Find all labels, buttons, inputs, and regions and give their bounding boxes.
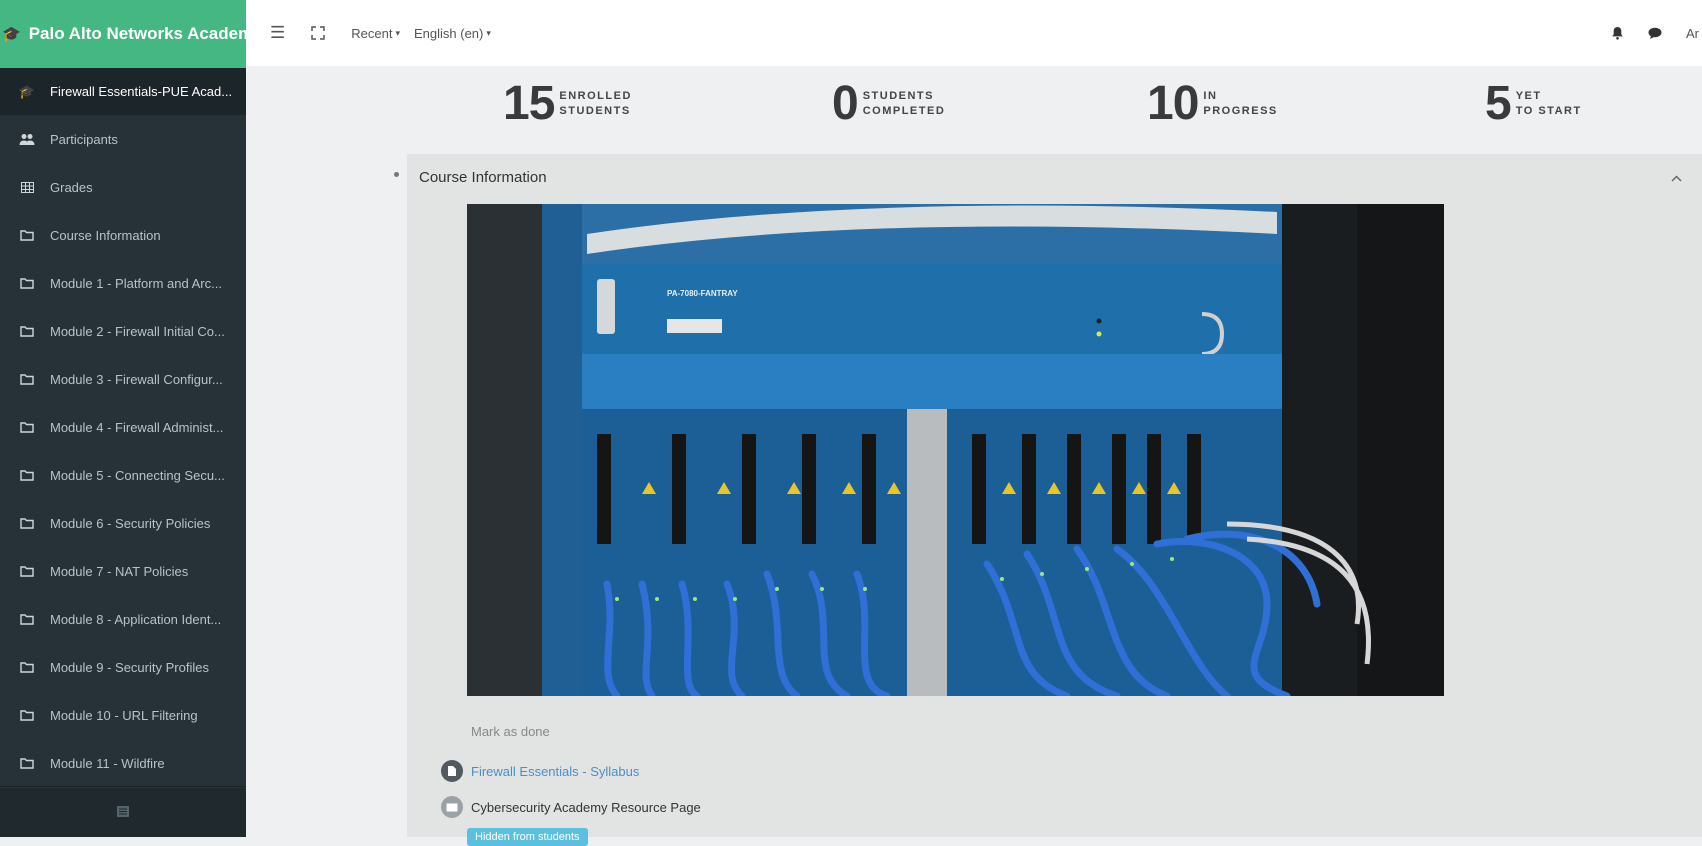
resource-page-label: Cybersecurity Academy Resource Page bbox=[471, 799, 701, 815]
course-hero-image: PA-7080-FANTRAY bbox=[467, 204, 1444, 696]
document-icon bbox=[441, 760, 463, 782]
folder-icon bbox=[14, 229, 40, 241]
sidebar-item-label: Participants bbox=[50, 131, 118, 147]
sidebar-item-module-11[interactable]: Module 11 - Wildfire bbox=[0, 739, 246, 787]
sidebar-item-course[interactable]: 🎓 Firewall Essentials-PUE Acad... bbox=[0, 68, 246, 115]
sidebar-item-label: Module 11 - Wildfire bbox=[50, 755, 165, 771]
sidebar-item-label: Module 5 - Connecting Secu... bbox=[50, 467, 225, 483]
bell-icon[interactable] bbox=[1611, 26, 1624, 40]
sidebar-item-module-5[interactable]: Module 5 - Connecting Secu... bbox=[0, 451, 246, 499]
fantray-label: PA-7080-FANTRAY bbox=[667, 289, 738, 298]
table-icon bbox=[14, 181, 40, 193]
user-menu[interactable]: Ar bbox=[1686, 26, 1702, 41]
folder-icon bbox=[14, 421, 40, 433]
chevron-up-icon[interactable] bbox=[1671, 170, 1682, 185]
stat-in-progress: 10 IN PROGRESS bbox=[1147, 80, 1278, 128]
folder-icon bbox=[14, 469, 40, 481]
section-title[interactable]: Course Information bbox=[419, 169, 547, 186]
sidebar-item-module-1[interactable]: Module 1 - Platform and Arc... bbox=[0, 259, 246, 307]
folder-icon bbox=[14, 325, 40, 337]
folder-icon bbox=[14, 757, 40, 769]
syllabus-activity[interactable]: Firewall Essentials - Syllabus bbox=[441, 760, 639, 782]
sidebar-item-label: Module 10 - URL Filtering bbox=[50, 707, 198, 723]
folder-icon bbox=[14, 613, 40, 625]
sidebar-item-label: Firewall Essentials-PUE Acad... bbox=[50, 84, 233, 99]
recent-label: Recent bbox=[351, 25, 393, 41]
sidebar-item-participants[interactable]: Participants bbox=[0, 115, 246, 163]
language-label: English (en) bbox=[413, 25, 484, 41]
folder-icon bbox=[14, 565, 40, 577]
recent-dropdown[interactable]: Recent ▾ bbox=[351, 26, 400, 41]
sidebar-item-label: Module 1 - Platform and Arc... bbox=[50, 275, 222, 291]
sidebar-item-label: Module 3 - Firewall Configur... bbox=[50, 371, 223, 387]
sidebar-item-module-8[interactable]: Module 8 - Application Ident... bbox=[0, 595, 246, 643]
language-dropdown[interactable]: English (en) ▾ bbox=[414, 26, 491, 41]
stat-enrolled-students: 15 ENROLLED STUDENTS bbox=[503, 80, 632, 128]
sidebar-item-module-2[interactable]: Module 2 - Firewall Initial Co... bbox=[0, 307, 246, 355]
users-icon bbox=[14, 133, 40, 146]
page-icon bbox=[441, 796, 463, 818]
sidebar-item-module-4[interactable]: Module 4 - Firewall Administ... bbox=[0, 403, 246, 451]
folder-icon bbox=[14, 661, 40, 673]
stat-students-completed: 0 STUDENTS COMPLETED bbox=[832, 80, 945, 128]
hamburger-icon[interactable]: ☰ bbox=[270, 23, 285, 43]
resource-page-activity[interactable]: Cybersecurity Academy Resource Page bbox=[441, 796, 701, 818]
sidebar-item-module-3[interactable]: Module 3 - Firewall Configur... bbox=[0, 355, 246, 403]
course-information-section: Course Information PA-7080-FANTRAY Mark … bbox=[407, 154, 1702, 846]
syllabus-link[interactable]: Firewall Essentials - Syllabus bbox=[471, 764, 639, 779]
section-bullet bbox=[394, 172, 399, 177]
stat-label: IN PROGRESS bbox=[1203, 90, 1278, 117]
sidebar-item-module-9[interactable]: Module 9 - Security Profiles bbox=[0, 643, 246, 691]
sidebar-item-label: Module 4 - Firewall Administ... bbox=[50, 419, 224, 435]
stat-value: 10 bbox=[1147, 77, 1199, 130]
sidebar-divider bbox=[0, 786, 246, 787]
folder-icon bbox=[14, 517, 40, 529]
folder-icon bbox=[14, 709, 40, 721]
site-title: Palo Alto Networks Academy bbox=[28, 24, 246, 43]
brand-header[interactable]: 🎓 Palo Alto Networks Academy bbox=[0, 0, 246, 68]
sidebar: 🎓 Firewall Essentials-PUE Acad... Partic… bbox=[0, 68, 246, 837]
sidebar-item-label: Module 7 - NAT Policies bbox=[50, 563, 189, 579]
stat-label: STUDENTS COMPLETED bbox=[862, 90, 946, 117]
graduation-cap-icon: 🎓 bbox=[18, 83, 36, 99]
stat-yet-to-start: 5 YET TO START bbox=[1485, 80, 1582, 128]
list-icon bbox=[117, 805, 129, 820]
caret-down-icon: ▾ bbox=[395, 27, 400, 38]
sidebar-item-course-information[interactable]: Course Information bbox=[0, 211, 246, 259]
sidebar-item-label: Module 2 - Firewall Initial Co... bbox=[50, 323, 225, 339]
stat-value: 5 bbox=[1485, 77, 1512, 130]
sidebar-item-module-7[interactable]: Module 7 - NAT Policies bbox=[0, 547, 246, 595]
sidebar-item-module-6[interactable]: Module 6 - Security Policies bbox=[0, 499, 246, 547]
sidebar-item-module-10[interactable]: Module 10 - URL Filtering bbox=[0, 691, 246, 739]
hidden-from-students-badge: Hidden from students bbox=[467, 828, 588, 846]
graduation-cap-icon: 🎓 bbox=[2, 26, 21, 43]
caret-down-icon: ▾ bbox=[486, 27, 491, 38]
sidebar-item-label: Course Information bbox=[50, 227, 161, 243]
fullscreen-icon[interactable] bbox=[311, 26, 325, 40]
stat-label: ENROLLED STUDENTS bbox=[559, 90, 632, 117]
stat-value: 15 bbox=[503, 77, 555, 130]
top-navbar: ☰ Recent ▾ English (en) ▾ Ar bbox=[246, 0, 1702, 66]
firewall-chassis-photo: PA-7080-FANTRAY bbox=[467, 204, 1444, 696]
sidebar-footer[interactable] bbox=[0, 788, 246, 837]
sidebar-item-grades[interactable]: Grades bbox=[0, 163, 246, 211]
sidebar-item-label: Module 9 - Security Profiles bbox=[50, 659, 209, 675]
sidebar-item-label: Module 6 - Security Policies bbox=[50, 515, 211, 531]
topbar-right: Ar bbox=[1611, 0, 1702, 66]
folder-icon bbox=[14, 373, 40, 385]
stat-label: YET TO START bbox=[1515, 90, 1582, 117]
stat-value: 0 bbox=[832, 77, 859, 130]
sidebar-item-label: Module 8 - Application Ident... bbox=[50, 611, 222, 627]
folder-icon bbox=[14, 277, 40, 289]
chat-icon[interactable] bbox=[1648, 27, 1662, 40]
sidebar-item-label: Grades bbox=[50, 179, 93, 195]
mark-as-done-button[interactable]: Mark as done bbox=[471, 724, 550, 739]
